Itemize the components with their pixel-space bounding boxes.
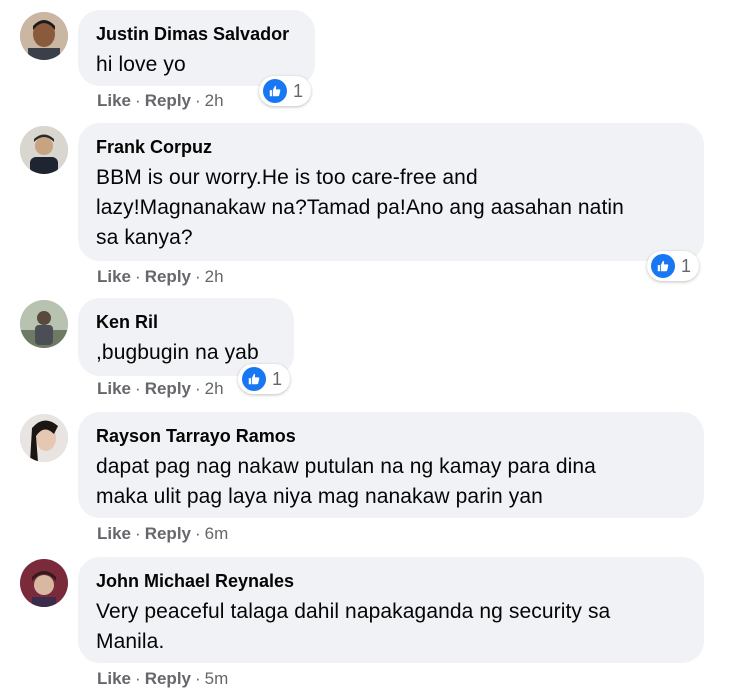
avatar[interactable] (20, 126, 68, 174)
separator: · (135, 91, 141, 110)
timestamp[interactable]: 6m (205, 524, 229, 543)
comment-text: Very peaceful talaga dahil napakaganda n… (96, 597, 686, 657)
avatar[interactable] (20, 559, 68, 607)
comment-actions: Like · Reply · 2h (97, 267, 224, 287)
comment-line: lazy!Magnanakaw na?Tamad pa!Ano ang aasa… (96, 196, 624, 219)
comment-line: hi love yo (96, 53, 186, 76)
comment-actions: Like · Reply · 5m (97, 669, 228, 689)
separator: · (195, 669, 201, 688)
avatar[interactable] (20, 12, 68, 60)
reaction-count: 1 (681, 255, 692, 276)
separator: · (195, 379, 201, 398)
comment-text: dapat pag nag nakaw putulan na ng kamay … (96, 452, 686, 512)
separator: · (195, 267, 201, 286)
like-link[interactable]: Like (97, 267, 131, 286)
timestamp[interactable]: 2h (205, 379, 224, 398)
author-name[interactable]: Ken Ril (96, 312, 276, 332)
comment-bubble: Rayson Tarrayo Ramos dapat pag nag nakaw… (78, 412, 704, 518)
comment-actions: Like · Reply · 2h (97, 91, 224, 111)
reaction-summary[interactable]: 1 (259, 76, 312, 106)
author-name[interactable]: Rayson Tarrayo Ramos (96, 426, 686, 446)
timestamp[interactable]: 2h (205, 267, 224, 286)
comment-line: BBM is our worry.He is too care-free and (96, 166, 478, 189)
separator: · (195, 91, 201, 110)
reaction-count: 1 (293, 80, 304, 101)
comment-line: Manila. (96, 630, 165, 653)
timestamp[interactable]: 2h (205, 91, 224, 110)
timestamp[interactable]: 5m (205, 669, 229, 688)
thumbs-up-icon (651, 254, 675, 278)
reply-link[interactable]: Reply (145, 91, 191, 110)
comment-bubble: Justin Dimas Salvador hi love yo (78, 10, 315, 86)
separator: · (135, 379, 141, 398)
separator: · (195, 524, 201, 543)
comment-line: Very peaceful talaga dahil napakaganda n… (96, 600, 611, 623)
like-link[interactable]: Like (97, 524, 131, 543)
author-name[interactable]: Justin Dimas Salvador (96, 24, 297, 44)
reaction-summary[interactable]: 1 (647, 251, 700, 281)
reaction-summary[interactable]: 1 (238, 364, 291, 394)
comment-line: sa kanya? (96, 226, 193, 249)
thumbs-up-icon (242, 367, 266, 391)
reaction-count: 1 (272, 368, 283, 389)
avatar[interactable] (20, 300, 68, 348)
author-name[interactable]: Frank Corpuz (96, 137, 686, 157)
comment-actions: Like · Reply · 6m (97, 524, 228, 544)
separator: · (135, 669, 141, 688)
comment-actions: Like · Reply · 2h (97, 379, 224, 399)
reply-link[interactable]: Reply (145, 524, 191, 543)
reply-link[interactable]: Reply (145, 669, 191, 688)
separator: · (135, 267, 141, 286)
like-link[interactable]: Like (97, 91, 131, 110)
separator: · (135, 524, 141, 543)
reply-link[interactable]: Reply (145, 267, 191, 286)
avatar[interactable] (20, 414, 68, 462)
author-name[interactable]: John Michael Reynales (96, 571, 686, 591)
comment-text: hi love yo (96, 50, 297, 80)
reply-link[interactable]: Reply (145, 379, 191, 398)
comment-line: maka ulit pag laya niya mag nanakaw pari… (96, 485, 543, 508)
comment-line: dapat pag nag nakaw putulan na ng kamay … (96, 455, 596, 478)
comment-bubble: John Michael Reynales Very peaceful tala… (78, 557, 704, 663)
comment-text: BBM is our worry.He is too care-free and… (96, 163, 686, 253)
thumbs-up-icon (263, 79, 287, 103)
like-link[interactable]: Like (97, 669, 131, 688)
like-link[interactable]: Like (97, 379, 131, 398)
comment-bubble: Frank Corpuz BBM is our worry.He is too … (78, 123, 704, 261)
